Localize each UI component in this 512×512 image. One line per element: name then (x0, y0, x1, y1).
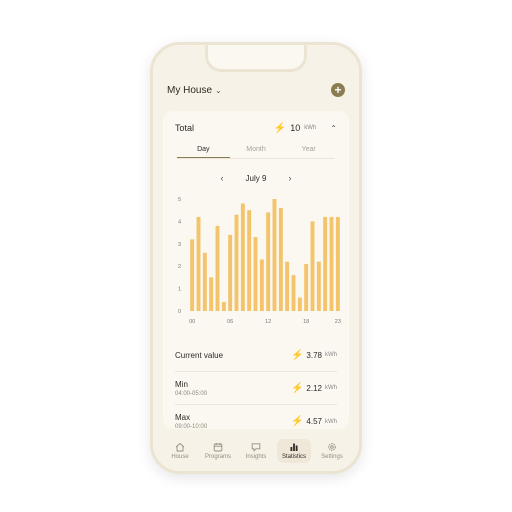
y-tick-label: 1 (178, 287, 181, 293)
chart-bar[interactable] (240, 203, 245, 311)
stat-row-current-text: Current value (175, 351, 223, 360)
stat-title: Min (175, 379, 188, 389)
stat-unit: kWh (325, 352, 337, 358)
stat-value: 4.57 (306, 417, 322, 426)
chart-bar[interactable] (278, 207, 283, 311)
tab-insights[interactable]: Insights (239, 439, 273, 463)
y-tick-label: 5 (178, 197, 181, 203)
chart-bar[interactable] (253, 237, 258, 311)
total-row[interactable]: Total ⚡ 10 kWh ⌃ (175, 119, 337, 137)
stat-title: Max (175, 413, 191, 422)
tab-programs[interactable]: Programs (201, 439, 235, 463)
x-tick-label: 06 (227, 319, 233, 325)
stat-time-range: 09:00-10:00 (175, 424, 208, 430)
stat-value: 3.78 (306, 350, 322, 360)
date-label: July 9 (245, 173, 267, 183)
stat-time-range: 04:00-05:00 (175, 390, 208, 397)
chart-bar[interactable] (266, 212, 271, 311)
add-button[interactable]: + (331, 83, 345, 97)
stat-row-current: Current value ⚡ 3.78 kWh (175, 339, 337, 372)
tab-settings-label: Settings (321, 454, 343, 460)
stat-row-min-text: Min 04:00-05:00 (175, 380, 207, 397)
chart-bar[interactable] (323, 216, 328, 311)
house-icon (175, 442, 185, 452)
chat-icon (251, 442, 261, 452)
bar-chart-icon (289, 442, 299, 452)
lightning-icon: ⚡ (273, 122, 287, 134)
lightning-icon: ⚡ (290, 382, 304, 394)
chart-bar[interactable] (310, 221, 315, 311)
chart-bar[interactable] (228, 234, 233, 311)
tab-settings[interactable]: Settings (315, 439, 349, 463)
y-tick-label: 0 (178, 309, 181, 315)
house-selector[interactable]: My House ⌄ (167, 85, 222, 96)
stage: My House ⌄ + Total ⚡ 10 kWh ⌃ Day Month … (0, 0, 512, 512)
chart-bar[interactable] (316, 261, 321, 311)
stat-value-group: ⚡ 3.78 kWh (291, 350, 337, 361)
total-value-group: ⚡ 10 kWh ⌃ (274, 123, 337, 134)
stat-value-group: ⚡ 2.12 kWh (291, 383, 337, 394)
total-unit: kWh (304, 125, 317, 131)
total-value: 10 (290, 123, 301, 133)
usage-bar-chart: 01234500 06 12 18 23 (178, 197, 341, 325)
x-tick-label: 18 (303, 319, 309, 325)
tab-statistics[interactable]: Statistics (277, 439, 311, 463)
total-label: Total (175, 123, 195, 133)
phone-notch (205, 45, 307, 72)
chart-bar[interactable] (221, 302, 226, 311)
tab-insights-label: Insights (245, 454, 267, 460)
x-tick-label: 00 (189, 319, 195, 325)
y-tick-label: 2 (178, 264, 181, 270)
chevron-up-icon[interactable]: ⌃ (330, 124, 337, 133)
date-navigator: ‹ July 9 › (163, 171, 349, 185)
prev-date-button[interactable]: ‹ (221, 173, 224, 183)
chevron-down-icon: ⌄ (215, 85, 222, 95)
house-selector-label: My House (167, 84, 213, 96)
x-tick-label: 23 (335, 319, 341, 325)
bottom-tab-bar: House Programs Insights Statistics Setti… (153, 431, 359, 471)
gear-icon (327, 442, 337, 452)
phone-frame: My House ⌄ + Total ⚡ 10 kWh ⌃ Day Month … (150, 42, 362, 474)
y-tick-label: 4 (178, 219, 181, 225)
lightning-icon: ⚡ (290, 416, 304, 427)
stat-value-group: ⚡ 4.57 kWh (291, 416, 337, 427)
next-date-button[interactable]: › (288, 173, 291, 183)
tab-house[interactable]: House (163, 439, 197, 463)
period-tabs: Day Month Year (177, 143, 335, 159)
chart-bar[interactable] (291, 275, 296, 311)
chart-bar[interactable] (304, 263, 309, 311)
tab-month[interactable]: Month (230, 143, 283, 158)
stat-row-min: Min 04:00-05:00 ⚡ 2.12 kWh (175, 372, 337, 405)
stats-list: Current value ⚡ 3.78 kWh Min 04:00-05:00… (175, 339, 337, 438)
stat-row-max-text: Max 09:00-10:00 (175, 413, 207, 430)
tab-house-label: House (171, 454, 189, 460)
chart-bar[interactable] (209, 277, 214, 311)
chart-bar[interactable] (285, 261, 290, 311)
chart-bar[interactable] (297, 297, 302, 311)
stat-unit: kWh (325, 385, 337, 391)
chart-bar[interactable] (335, 216, 340, 311)
statistics-card: Total ⚡ 10 kWh ⌃ Day Month Year ‹ July 9… (163, 111, 349, 430)
chart-bar[interactable] (272, 199, 277, 311)
stat-unit: kWh (325, 418, 337, 425)
calendar-icon (213, 442, 223, 452)
tab-year[interactable]: Year (282, 143, 335, 158)
lightning-icon: ⚡ (290, 349, 304, 361)
chart-bar[interactable] (329, 216, 334, 311)
stat-value: 2.12 (306, 383, 322, 393)
chart-bar[interactable] (259, 259, 264, 311)
stat-title: Current value (175, 350, 224, 360)
y-tick-label: 3 (178, 242, 181, 248)
tab-day[interactable]: Day (177, 143, 230, 158)
chart-bar[interactable] (196, 216, 201, 311)
x-tick-label: 12 (265, 319, 271, 325)
app-header: My House ⌄ + (167, 79, 345, 101)
chart-bar[interactable] (202, 252, 207, 311)
chart-bar[interactable] (190, 239, 195, 311)
chart-bar[interactable] (247, 210, 252, 311)
chart-bar[interactable] (234, 214, 239, 311)
tab-statistics-label: Statistics (281, 454, 306, 460)
chart-bar[interactable] (215, 225, 220, 311)
tab-programs-label: Programs (204, 454, 231, 460)
